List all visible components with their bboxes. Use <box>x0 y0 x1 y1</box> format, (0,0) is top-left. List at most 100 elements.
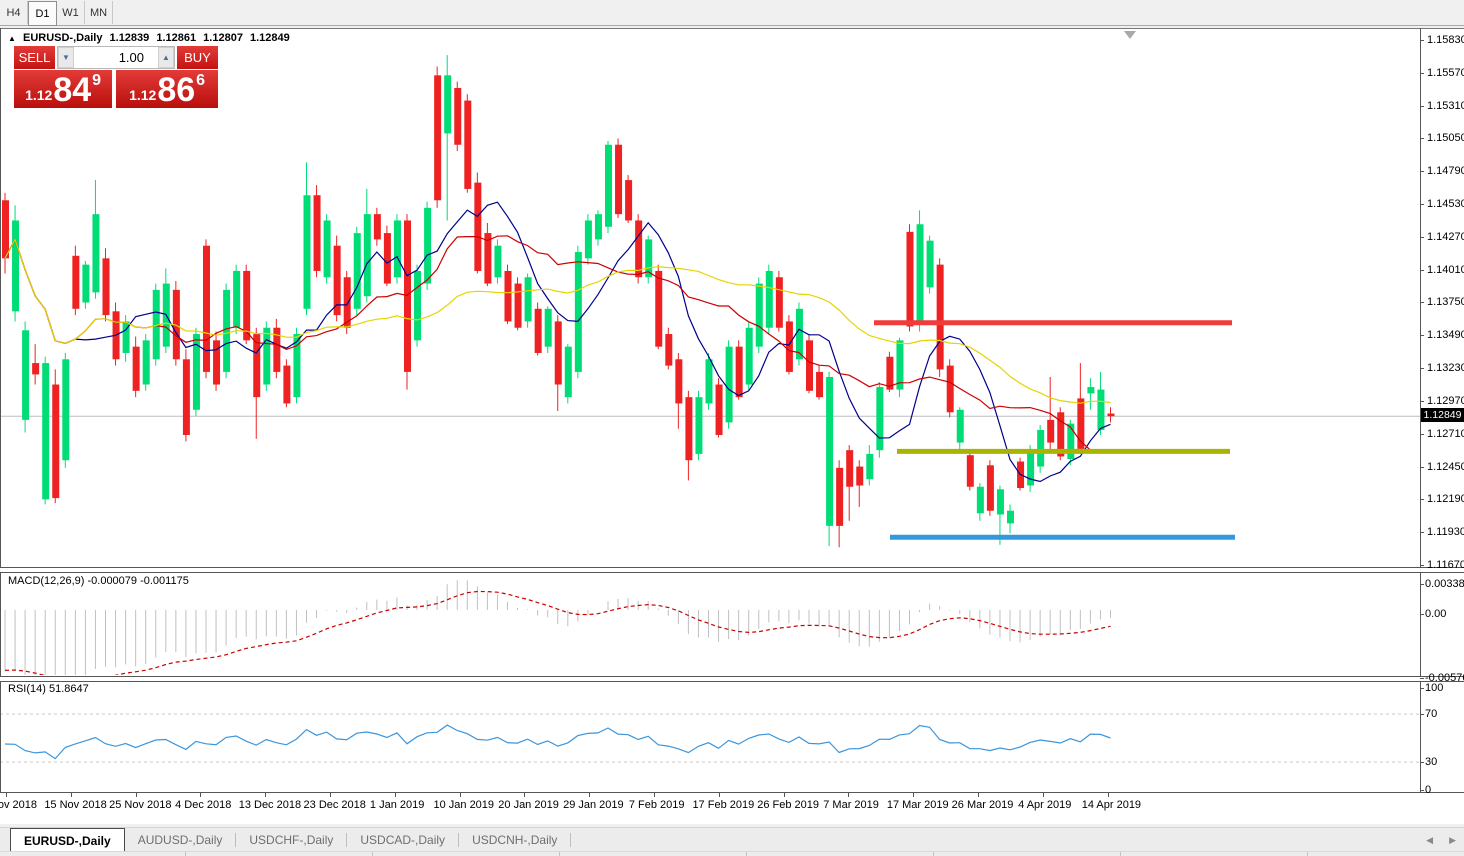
axis-tick <box>136 793 137 797</box>
volume-spinner: ▼ ▲ <box>57 46 175 69</box>
ohlc-close: 1.12849 <box>250 32 290 44</box>
candle-body <box>565 347 572 397</box>
pane-separator-rsi[interactable] <box>0 676 1464 682</box>
bid-price-main: 84 <box>53 72 91 108</box>
candle-body <box>72 256 79 309</box>
candle-body <box>625 180 632 220</box>
buy-button[interactable]: BUY <box>177 46 218 69</box>
macd-axis-label: 0.00 <box>1425 608 1446 620</box>
candle-body <box>695 397 702 454</box>
candle-body <box>525 277 532 321</box>
candle-body <box>555 321 562 384</box>
ask-price-panel[interactable]: 1.12 86 6 <box>116 70 218 108</box>
axis-tick <box>395 793 396 797</box>
date-axis-label: 10 Jan 2019 <box>433 799 494 811</box>
candle-body <box>42 363 49 499</box>
chart-shift-marker-icon[interactable] <box>1124 31 1136 39</box>
candle-body <box>304 195 311 309</box>
candle-body <box>32 363 39 374</box>
price-axis-label: 1.14530 <box>1427 198 1464 210</box>
candle-body <box>947 366 954 413</box>
axis-tick <box>200 793 201 797</box>
candle-body <box>866 454 873 479</box>
candle-body <box>414 271 421 340</box>
axis-tick <box>1108 793 1109 797</box>
axis-tick <box>71 793 72 797</box>
tab-scroll-left-icon[interactable]: ◀ <box>1418 835 1441 846</box>
volume-increase-button[interactable]: ▲ <box>158 47 174 68</box>
collapse-triangle-icon[interactable]: ▲ <box>8 34 16 43</box>
price-axis-label: 1.15830 <box>1427 34 1464 46</box>
date-axis-label: 25 Nov 2018 <box>109 799 171 811</box>
axis-tick <box>1420 368 1424 369</box>
candle-body <box>1097 390 1104 430</box>
axis-tick <box>524 793 525 797</box>
chart-tab-usdcnh[interactable]: USDCNH-,Daily <box>459 828 570 852</box>
tab-scroll-right-icon[interactable]: ▶ <box>1441 835 1464 846</box>
axis-tick <box>1420 204 1424 205</box>
candle-body <box>103 258 110 315</box>
symbol-ohlc-line: ▲ EURUSD-,Daily 1.12839 1.12861 1.12807 … <box>8 32 294 44</box>
tab-separator <box>570 833 571 847</box>
candle-body <box>223 290 230 372</box>
status-bar-separator <box>372 852 373 856</box>
axis-tick <box>1420 401 1424 402</box>
axis-tick <box>1420 762 1424 763</box>
macd-name: MACD(12,26,9) <box>8 575 84 587</box>
candle-body <box>957 410 964 443</box>
chart-tab-usdcad[interactable]: USDCAD-,Daily <box>347 828 458 852</box>
chart-tab-audusd[interactable]: AUDUSD-,Daily <box>125 828 236 852</box>
candle-body <box>1007 511 1014 524</box>
bid-price-panel[interactable]: 1.12 84 9 <box>14 70 112 108</box>
candle-body <box>454 88 461 145</box>
axis-tick <box>1420 499 1424 500</box>
price-axis-label: 1.12970 <box>1427 395 1464 407</box>
price-axis-label: 1.13230 <box>1427 362 1464 374</box>
candle-body <box>836 468 843 526</box>
axis-tick <box>1043 793 1044 797</box>
candle-body <box>384 233 391 283</box>
candle-body <box>354 233 361 309</box>
status-bar-separator <box>559 852 560 856</box>
axis-tick <box>1420 171 1424 172</box>
price-axis-label: 1.14270 <box>1427 231 1464 243</box>
date-axis-label: 26 Feb 2019 <box>757 799 819 811</box>
chart-tab-usdchf[interactable]: USDCHF-,Daily <box>236 828 346 852</box>
candle-body <box>434 75 441 200</box>
date-axis-label: 4 Dec 2018 <box>175 799 231 811</box>
tab-scroll-nav: ◀▶ <box>1418 828 1464 852</box>
candle-body <box>82 265 89 303</box>
axis-tick <box>654 793 655 797</box>
volume-decrease-button[interactable]: ▼ <box>58 47 74 68</box>
candle-body <box>655 271 662 347</box>
candle-body <box>213 340 220 384</box>
axis-tick <box>1420 106 1424 107</box>
mt4-window: { "toolbar": { "timeframes": [ {"label":… <box>0 0 1464 855</box>
candle-body <box>876 387 883 450</box>
rsi-line <box>5 725 1111 759</box>
price-axis-label: 1.14790 <box>1427 165 1464 177</box>
candle-body <box>404 220 411 371</box>
volume-input[interactable] <box>74 47 158 68</box>
axis-tick <box>1420 678 1424 679</box>
candle-body <box>2 200 9 258</box>
candle-body <box>374 214 381 239</box>
price-axis-label: 1.14010 <box>1427 264 1464 276</box>
chart-tab-eurusd[interactable]: EURUSD-,Daily <box>10 828 125 852</box>
candle-body <box>1037 430 1044 467</box>
sell-button[interactable]: SELL <box>14 46 55 69</box>
rsi-axis-label: 100 <box>1425 682 1443 694</box>
rsi-indicator-label: RSI(14) 51.8647 <box>8 683 89 695</box>
candle-body <box>22 330 29 420</box>
status-bar-separator <box>1120 852 1121 856</box>
candle-body <box>595 214 602 239</box>
candle-body <box>133 347 140 391</box>
axis-tick <box>784 793 785 797</box>
candle-body <box>324 220 331 277</box>
axis-tick <box>1420 714 1424 715</box>
candle-body <box>263 328 270 385</box>
date-axis-label: 7 Feb 2019 <box>629 799 685 811</box>
price-axis-label: 1.15310 <box>1427 100 1464 112</box>
candle-body <box>515 284 522 328</box>
pane-separator-macd[interactable] <box>0 567 1464 573</box>
